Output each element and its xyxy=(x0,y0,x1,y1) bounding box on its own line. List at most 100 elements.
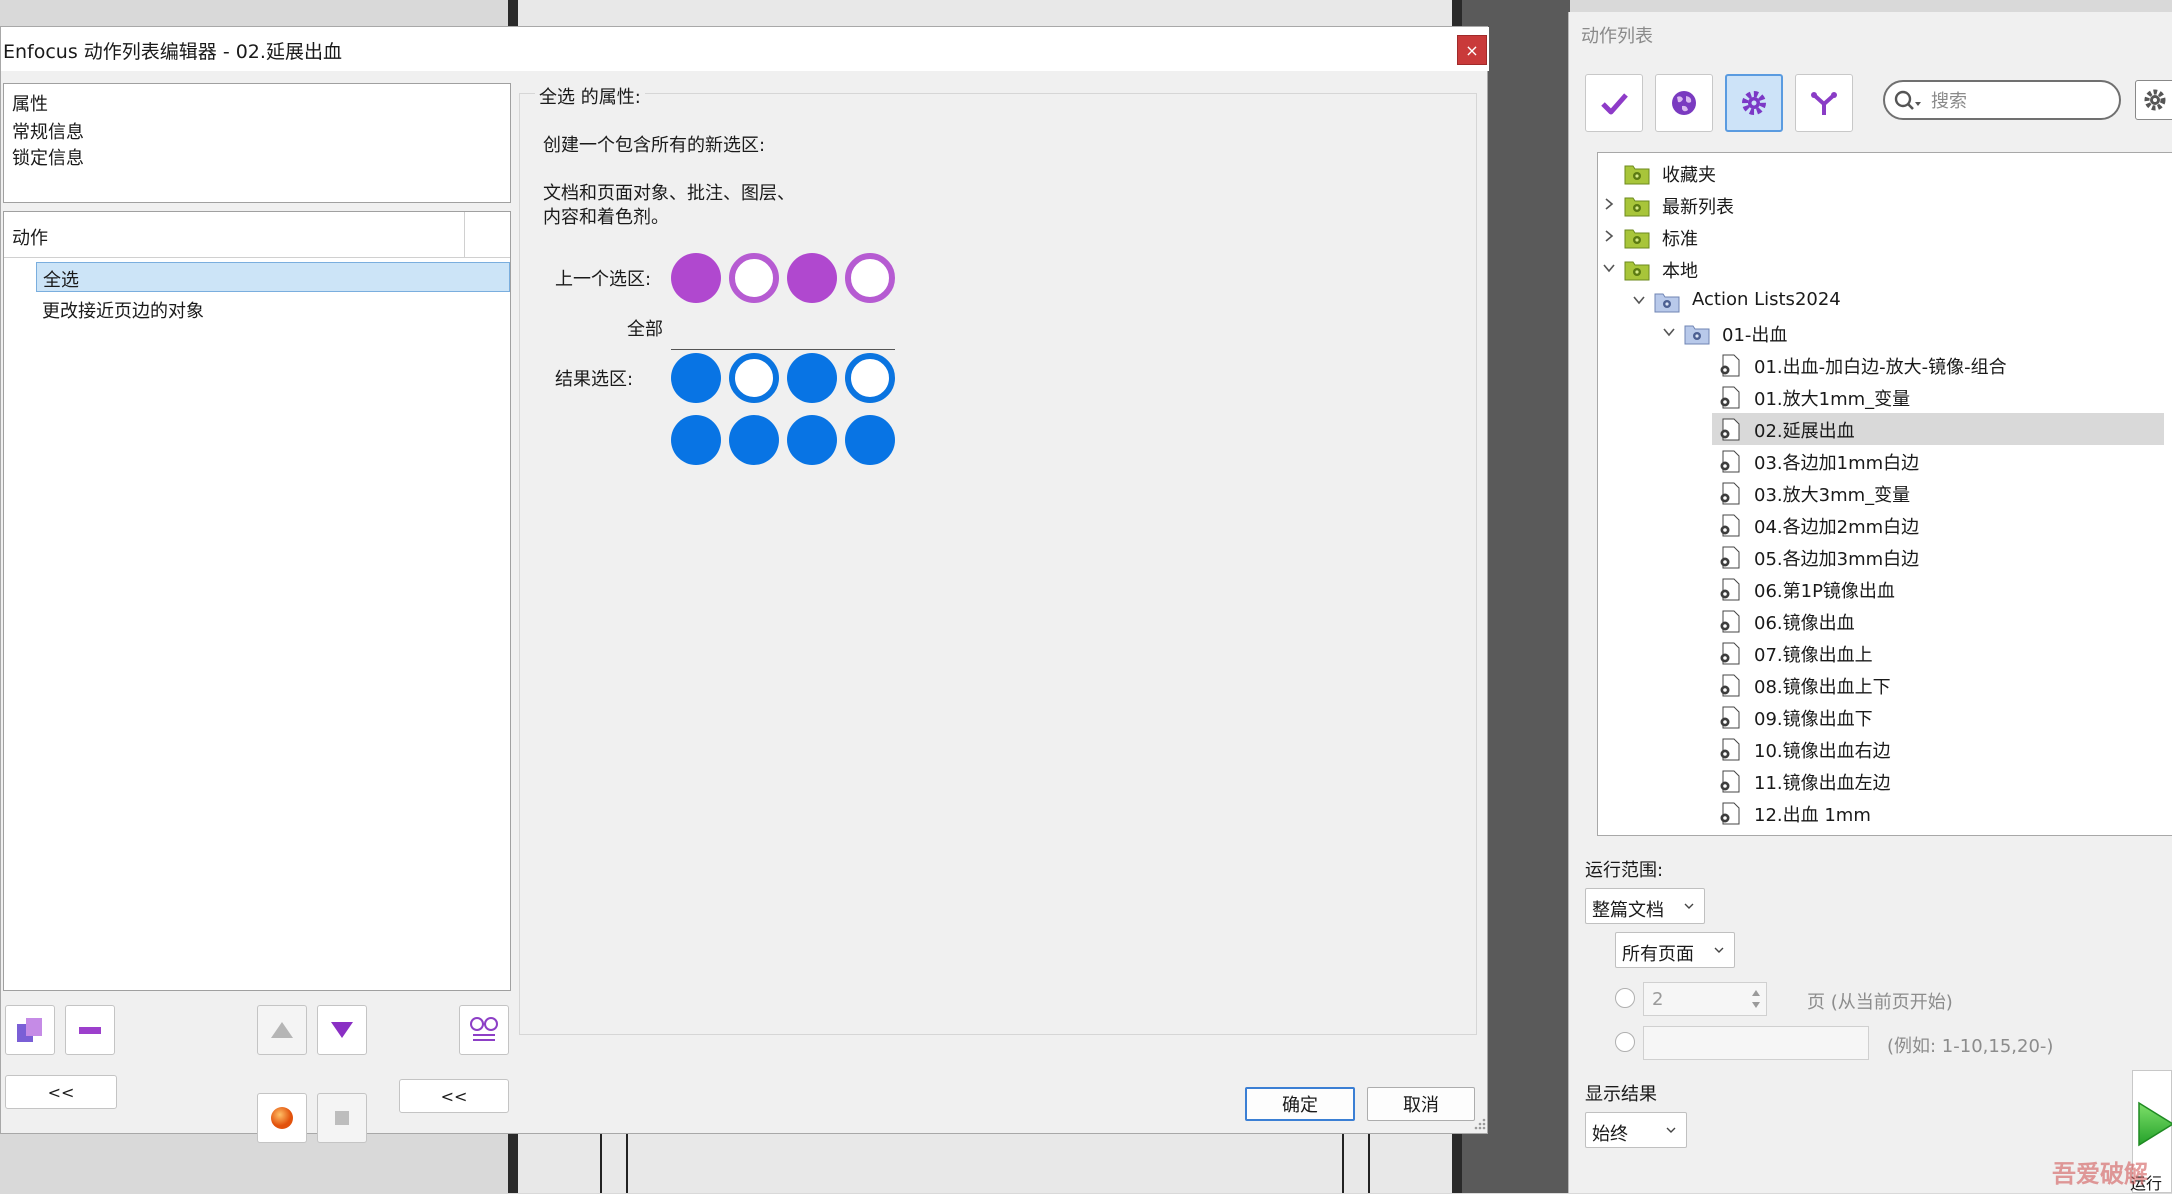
tree-item[interactable]: 03.各边加1mm白边 xyxy=(1598,445,2172,477)
tree-item-label: Action Lists2024 xyxy=(1692,289,1841,310)
tree-item[interactable]: 08.镜像出血上下 xyxy=(1598,669,2172,701)
action-file-icon xyxy=(1720,418,1740,441)
tree-item-label: 本地 xyxy=(1662,261,1698,282)
collapse-left-button[interactable]: << xyxy=(5,1075,117,1109)
cancel-button[interactable]: 取消 xyxy=(1367,1087,1475,1121)
action-list-panel: 动作列表 收藏夹最新 xyxy=(1568,12,2172,1193)
tree-item-label: 08.镜像出血上下 xyxy=(1754,677,1891,698)
move-down-button[interactable] xyxy=(317,1005,367,1055)
tree-item[interactable]: 03.放大3mm_变量 xyxy=(1598,477,2172,509)
tree-item-label: 最新列表 xyxy=(1662,197,1734,218)
general-info-item[interactable]: 常规信息 xyxy=(12,118,84,144)
chevron-down-icon[interactable] xyxy=(1662,325,1676,339)
background-divider xyxy=(600,1133,602,1193)
show-result-dropdown[interactable]: 始终 xyxy=(1585,1112,1687,1148)
tree-item[interactable]: 07.镜像出血上 xyxy=(1598,637,2172,669)
properties-heading: 属性 xyxy=(12,94,48,115)
header-separator xyxy=(464,212,465,258)
page-range-input[interactable] xyxy=(1643,1026,1869,1060)
collapse-right-button[interactable]: << xyxy=(399,1079,509,1113)
tree-item[interactable]: 本地 xyxy=(1598,253,2172,285)
recent-folder-icon xyxy=(1624,197,1650,217)
tree-item[interactable]: 12.出血 1mm xyxy=(1598,797,2172,829)
action-item-change-objects-near-edge[interactable]: 更改接近页边的对象 xyxy=(36,294,510,324)
standard-folder-icon xyxy=(1624,229,1650,249)
description-line-3: 内容和着色剂。 xyxy=(543,207,669,228)
show-result-value: 始终 xyxy=(1592,1124,1628,1145)
close-button[interactable]: × xyxy=(1457,35,1487,65)
action-list-tree[interactable]: 收藏夹最新列表标准本地 Action Lists2024 01-出血 01.出血-加白… xyxy=(1597,152,2172,836)
scope-dropdown[interactable]: 整篇文档 xyxy=(1585,888,1705,924)
previous-selection-empty-circle xyxy=(845,253,895,303)
action-folder-icon xyxy=(1654,293,1680,313)
stop-button[interactable] xyxy=(317,1093,367,1143)
tree-item-label: 12.出血 1mm xyxy=(1754,805,1871,826)
tree-item[interactable]: 标准 xyxy=(1598,221,2172,253)
page-range-radio[interactable] xyxy=(1615,1032,1635,1052)
properties-list: 属性 常规信息 锁定信息 xyxy=(3,83,511,203)
actions-list: 动作 全选 更改接近页边的对象 xyxy=(3,211,511,991)
tree-item-label: 07.镜像出血上 xyxy=(1754,645,1873,666)
inspect-action-button[interactable] xyxy=(459,1005,509,1055)
chevron-down-icon xyxy=(1714,947,1724,953)
tree-item-label: 11.镜像出血左边 xyxy=(1754,773,1891,794)
move-up-button[interactable] xyxy=(257,1005,307,1055)
chevron-down-icon[interactable] xyxy=(1632,293,1646,307)
stop-icon xyxy=(335,1111,349,1125)
triangle-down-icon xyxy=(331,1022,353,1038)
lock-info-item[interactable]: 锁定信息 xyxy=(12,144,84,170)
ok-button[interactable]: 确定 xyxy=(1245,1087,1355,1121)
tree-item[interactable]: Action Lists2024 xyxy=(1598,285,2172,317)
flow-button[interactable] xyxy=(1795,74,1853,132)
close-icon: × xyxy=(1465,40,1479,60)
search-box[interactable] xyxy=(1883,80,2121,120)
panel-settings-button[interactable] xyxy=(2135,80,2172,120)
result-selection-filled-circle xyxy=(671,415,721,465)
tree-item[interactable]: 04.各边加2mm白边 xyxy=(1598,509,2172,541)
record-button[interactable] xyxy=(257,1093,307,1143)
action-lists-button[interactable] xyxy=(1725,74,1783,132)
result-selection-filled-circle xyxy=(671,353,721,403)
tree-item-label: 06.第1P镜像出血 xyxy=(1754,581,1895,602)
tree-item-label: 03.各边加1mm白边 xyxy=(1754,453,1920,474)
result-selection-filled-circle xyxy=(845,415,895,465)
resize-grip-icon[interactable] xyxy=(1471,1117,1487,1131)
page-count-stepper[interactable]: 2 xyxy=(1643,982,1767,1016)
dialog-titlebar[interactable]: Enfocus 动作列表编辑器 - 02.延展出血 × xyxy=(1,27,1489,71)
globe-button[interactable] xyxy=(1655,74,1713,132)
tree-item[interactable]: 11.镜像出血左边 xyxy=(1598,765,2172,797)
chevron-right-icon[interactable] xyxy=(1602,197,1616,211)
remove-action-button[interactable] xyxy=(65,1005,115,1055)
description-line-2: 文档和页面对象、批注、图层、 xyxy=(543,183,795,204)
tree-item[interactable]: 02.延展出血 xyxy=(1598,413,2172,445)
actions-list-header: 动作 xyxy=(4,212,510,258)
all-divider-line xyxy=(671,349,895,350)
result-selection-filled-circle xyxy=(787,415,837,465)
tree-item[interactable]: 06.第1P镜像出血 xyxy=(1598,573,2172,605)
tree-item[interactable]: 05.各边加3mm白边 xyxy=(1598,541,2172,573)
tree-item[interactable]: 01-出血 xyxy=(1598,317,2172,349)
tree-item[interactable]: 最新列表 xyxy=(1598,189,2172,221)
tree-item[interactable]: 01.出血-加白边-放大-镜像-组合 xyxy=(1598,349,2172,381)
tree-item[interactable]: 收藏夹 xyxy=(1598,157,2172,189)
chevron-down-icon xyxy=(1666,1127,1676,1133)
tree-item-label: 03.放大3mm_变量 xyxy=(1754,485,1911,506)
tree-item[interactable]: 09.镜像出血下 xyxy=(1598,701,2172,733)
tree-item[interactable]: 06.镜像出血 xyxy=(1598,605,2172,637)
action-file-icon xyxy=(1720,386,1740,409)
tree-item[interactable]: 10.镜像出血右边 xyxy=(1598,733,2172,765)
tree-item[interactable]: 01.放大1mm_变量 xyxy=(1598,381,2172,413)
action-item-select-all[interactable]: 全选 xyxy=(36,262,510,292)
chevron-down-icon[interactable] xyxy=(1602,261,1616,275)
search-input[interactable] xyxy=(1929,88,2109,114)
play-icon xyxy=(2138,1101,2172,1147)
add-action-button[interactable] xyxy=(5,1005,55,1055)
tree-item-label: 01.出血-加白边-放大-镜像-组合 xyxy=(1754,357,2007,378)
background-divider xyxy=(626,1133,628,1193)
page-count-radio[interactable] xyxy=(1615,988,1635,1008)
preflight-check-button[interactable] xyxy=(1585,74,1643,132)
chevron-right-icon[interactable] xyxy=(1602,229,1616,243)
spinner-arrows-icon[interactable] xyxy=(1750,987,1762,1011)
select-all-properties-group xyxy=(519,93,1477,1035)
pages-dropdown[interactable]: 所有页面 xyxy=(1615,932,1735,968)
